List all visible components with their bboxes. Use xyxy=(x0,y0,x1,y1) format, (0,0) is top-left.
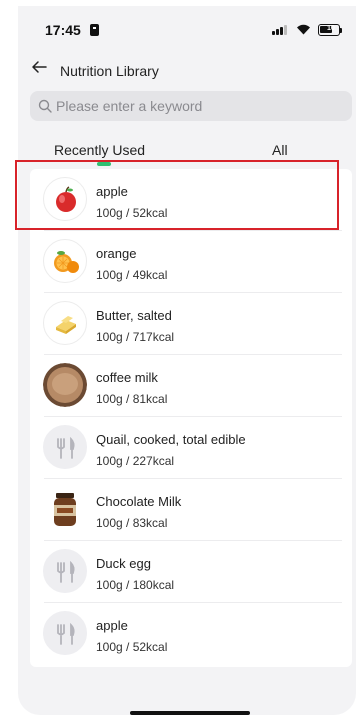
cutlery-icon xyxy=(43,425,87,469)
search-box[interactable] xyxy=(30,91,352,121)
food-item-butter-salted[interactable]: Butter, salted 100g / 717kcal xyxy=(30,293,352,355)
food-item-name: coffee milk xyxy=(96,370,158,385)
food-item-calories: 100g / 81kcal xyxy=(96,392,168,406)
arrow-left-icon[interactable] xyxy=(30,58,48,76)
page-title: Nutrition Library xyxy=(60,63,159,79)
orange-icon xyxy=(43,239,87,283)
home-indicator[interactable] xyxy=(130,711,250,715)
food-item-calories: 100g / 49kcal xyxy=(96,268,168,282)
food-item-name: Duck egg xyxy=(96,556,151,571)
food-item-calories: 100g / 83kcal xyxy=(96,516,168,530)
status-time: 17:45 xyxy=(45,22,81,38)
battery-level: 10 xyxy=(327,25,335,32)
food-item-calories: 100g / 52kcal xyxy=(96,640,168,654)
food-item-duck-egg[interactable]: Duck egg 100g / 180kcal xyxy=(30,541,352,603)
butter-icon xyxy=(43,301,87,345)
battery-icon: 10 xyxy=(318,24,340,36)
food-item-name: orange xyxy=(96,246,137,261)
food-item-apple-2[interactable]: apple 100g / 52kcal xyxy=(30,603,352,665)
sim-card-icon xyxy=(90,24,99,36)
food-item-calories: 100g / 227kcal xyxy=(96,454,175,468)
status-bar: 17:45 10 xyxy=(18,6,356,50)
food-item-coffee-milk[interactable]: coffee milk 100g / 81kcal xyxy=(30,355,352,417)
tab-bar: Recently Used All xyxy=(18,140,356,170)
apple-icon xyxy=(43,177,87,221)
wifi-icon xyxy=(297,24,310,35)
nav-bar: Nutrition Library xyxy=(18,52,356,84)
food-item-name: Chocolate Milk xyxy=(96,494,182,509)
cutlery-icon xyxy=(43,549,87,593)
search-icon xyxy=(38,99,52,113)
tab-recently-used[interactable]: Recently Used xyxy=(54,142,145,158)
food-item-calories: 100g / 52kcal xyxy=(96,206,168,220)
food-list: apple 100g / 52kcal orange 100g / 49kcal xyxy=(30,169,352,667)
cutlery-icon xyxy=(43,611,87,655)
tab-all[interactable]: All xyxy=(272,142,288,158)
coffee-milk-icon xyxy=(43,363,87,407)
food-item-quail[interactable]: Quail, cooked, total edible 100g / 227kc… xyxy=(30,417,352,479)
food-item-name: apple xyxy=(96,184,128,199)
food-item-name: Butter, salted xyxy=(96,308,172,323)
food-item-calories: 100g / 717kcal xyxy=(96,330,175,344)
phone-screen: 17:45 10 Nutrition Library R xyxy=(18,6,356,715)
food-item-apple[interactable]: apple 100g / 52kcal xyxy=(30,169,352,231)
food-item-orange[interactable]: orange 100g / 49kcal xyxy=(30,231,352,293)
chocolate-milk-icon xyxy=(43,487,87,531)
battery-tip xyxy=(340,28,342,33)
tab-active-indicator xyxy=(97,162,111,166)
search-input[interactable] xyxy=(56,91,346,121)
food-item-calories: 100g / 180kcal xyxy=(96,578,175,592)
food-item-name: apple xyxy=(96,618,128,633)
food-item-chocolate-milk[interactable]: Chocolate Milk 100g / 83kcal xyxy=(30,479,352,541)
food-item-name: Quail, cooked, total edible xyxy=(96,432,246,447)
signal-icon xyxy=(272,25,288,35)
